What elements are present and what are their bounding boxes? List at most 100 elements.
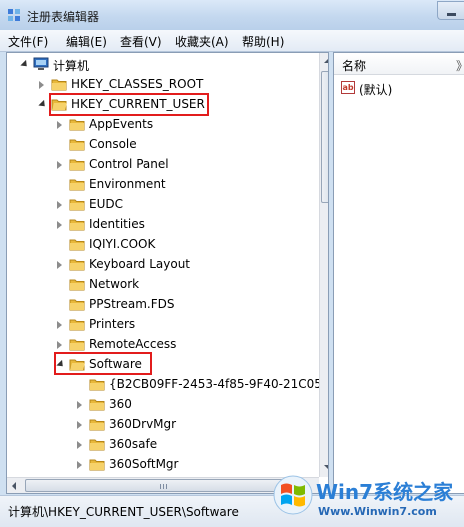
folder-icon xyxy=(69,219,85,231)
expand-arrow-icon[interactable] xyxy=(57,221,62,229)
folder-icon xyxy=(69,299,85,311)
tree-item[interactable]: 360DrvMgr xyxy=(73,415,307,435)
tree-label: Console xyxy=(89,137,137,151)
thumb-grip xyxy=(163,484,164,489)
folder-icon xyxy=(89,379,105,391)
scroll-up-arrow-icon[interactable] xyxy=(324,59,328,63)
tree-label: PPStream.FDS xyxy=(89,297,175,311)
tree-label: Keyboard Layout xyxy=(89,257,191,271)
window-title: 注册表编辑器 xyxy=(27,10,100,24)
tree-label: 360safe xyxy=(109,437,158,451)
minimize-button[interactable] xyxy=(437,1,464,20)
tree-label: Control Panel xyxy=(89,157,169,171)
menu-view[interactable]: 查看(V) xyxy=(120,33,162,50)
scroll-left-arrow-icon[interactable] xyxy=(12,482,16,490)
tree-item[interactable]: Environment xyxy=(53,175,307,195)
registry-editor-icon xyxy=(8,9,20,21)
folder-icon xyxy=(69,259,85,271)
watermark: Win7系统之家 Www.Winwin7.com xyxy=(272,470,464,526)
folder-icon xyxy=(69,279,85,291)
folder-icon xyxy=(69,319,85,331)
tree-vertical-scrollbar[interactable] xyxy=(319,53,328,477)
expand-arrow-icon[interactable] xyxy=(77,421,82,429)
expand-arrow-icon[interactable] xyxy=(57,121,62,129)
watermark-text: Win7系统之家 xyxy=(316,480,454,504)
thumb-grip xyxy=(160,484,161,489)
watermark-url: Www.Winwin7.com xyxy=(318,505,437,518)
tree-item[interactable]: EUDC xyxy=(53,195,307,215)
folder-icon xyxy=(69,119,85,131)
folder-icon xyxy=(89,399,105,411)
tree-item[interactable]: Console xyxy=(53,135,307,155)
tree-label: 计算机 xyxy=(53,59,90,73)
tree-label: 360 xyxy=(109,397,132,411)
folder-icon xyxy=(69,239,85,251)
tree-label: RemoteAccess xyxy=(89,337,177,351)
status-path: 计算机\HKEY_CURRENT_USER\Software xyxy=(8,505,239,519)
tree-item[interactable]: AppEvents xyxy=(53,115,307,135)
collapse-arrow-icon[interactable] xyxy=(20,59,30,70)
tree-label: Network xyxy=(89,277,140,291)
collapse-arrow-icon[interactable] xyxy=(38,99,48,110)
tree-label: 360DrvMgr xyxy=(109,417,177,431)
tree-item[interactable]: 360 xyxy=(73,395,307,415)
menu-edit[interactable]: 编辑(E) xyxy=(66,33,107,50)
tree-item[interactable]: Control Panel xyxy=(53,155,307,175)
tree-item[interactable]: 360safe xyxy=(73,435,307,455)
values-pane[interactable]: 名称 》 ab (默认) xyxy=(333,52,464,494)
column-overflow-indicator: 》 xyxy=(456,57,464,74)
string-value-icon: ab xyxy=(341,81,355,94)
folder-icon xyxy=(51,79,67,91)
tree-label: IQIYI.COOK xyxy=(89,237,156,251)
folder-icon xyxy=(69,139,85,151)
tree-item[interactable]: Identities xyxy=(53,215,307,235)
expand-arrow-icon[interactable] xyxy=(57,321,62,329)
scroll-down-arrow-icon[interactable] xyxy=(324,465,328,469)
tree-label: Environment xyxy=(89,177,166,191)
tree-item[interactable]: {B2CB09FF-2453-4f85-9F40-21C05E xyxy=(73,375,328,395)
tree-item[interactable]: PPStream.FDS xyxy=(53,295,307,315)
default-value-name[interactable]: (默认) xyxy=(359,81,392,98)
folder-icon xyxy=(69,199,85,211)
menu-favorites[interactable]: 收藏夹(A) xyxy=(175,33,229,50)
folder-icon xyxy=(69,159,85,171)
highlight-box-software xyxy=(54,352,152,375)
menu-file[interactable]: 文件(F) xyxy=(8,33,48,50)
menu-bar: 文件(F) 编辑(E) 查看(V) 收藏夹(A) 帮助(H) xyxy=(0,30,464,52)
title-bar: 注册表编辑器 xyxy=(0,0,464,30)
registry-tree-pane[interactable]: 计算机 HKEY_CLASSES_ROOT HKEY_CURRENT_USER … xyxy=(6,52,329,494)
expand-arrow-icon[interactable] xyxy=(77,441,82,449)
folder-icon xyxy=(89,419,105,431)
tree-item[interactable]: Network xyxy=(53,275,307,295)
tree-label: Printers xyxy=(89,317,136,331)
expand-arrow-icon[interactable] xyxy=(77,401,82,409)
expand-arrow-icon[interactable] xyxy=(77,461,82,469)
folder-icon xyxy=(69,339,85,351)
menu-help[interactable]: 帮助(H) xyxy=(242,33,284,50)
tree-label: 360SoftMgr xyxy=(109,457,179,471)
tree-label: EUDC xyxy=(89,197,123,211)
vertical-scroll-thumb[interactable] xyxy=(321,71,328,203)
expand-arrow-icon[interactable] xyxy=(57,161,62,169)
tree-label: {B2CB09FF-2453-4f85-9F40-21C05E xyxy=(109,377,329,391)
thumb-grip xyxy=(166,484,167,489)
tree-item[interactable]: Printers xyxy=(53,315,307,335)
windows-logo-icon xyxy=(273,475,313,515)
tree-item[interactable]: Keyboard Layout xyxy=(53,255,307,275)
horizontal-scroll-thumb[interactable] xyxy=(25,479,305,492)
expand-arrow-icon[interactable] xyxy=(57,201,62,209)
expand-arrow-icon[interactable] xyxy=(57,341,62,349)
tree-label: Identities xyxy=(89,217,145,231)
expand-arrow-icon[interactable] xyxy=(39,81,44,89)
column-name-header[interactable]: 名称 xyxy=(342,57,366,74)
folder-icon xyxy=(89,439,105,451)
folder-icon xyxy=(89,459,105,471)
tree-item-hkey-classes-root[interactable]: HKEY_CLASSES_ROOT xyxy=(35,75,315,95)
values-column-header[interactable]: 名称 》 xyxy=(334,53,464,75)
computer-icon xyxy=(33,57,49,70)
tree-label: HKEY_CLASSES_ROOT xyxy=(71,77,204,91)
tree-root-computer[interactable]: 计算机 xyxy=(17,55,317,75)
tree-label: AppEvents xyxy=(89,117,154,131)
tree-item[interactable]: IQIYI.COOK xyxy=(53,235,307,255)
expand-arrow-icon[interactable] xyxy=(57,261,62,269)
